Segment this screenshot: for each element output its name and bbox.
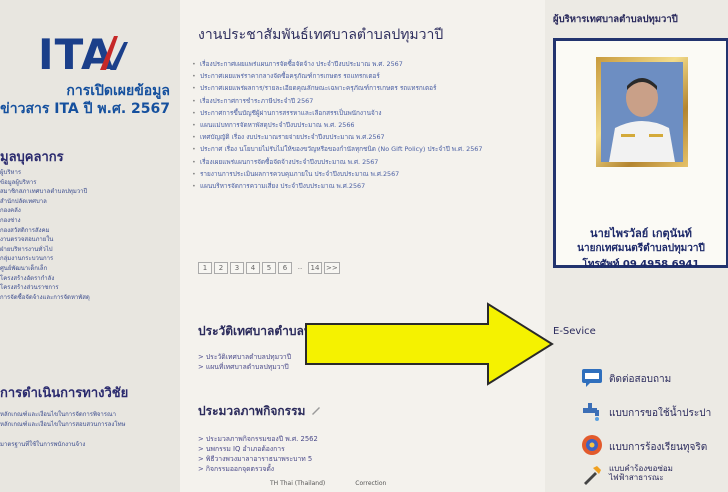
page-link[interactable]: 3 [230, 262, 244, 274]
pencil-icon [312, 407, 320, 415]
news-link[interactable]: ประกาศเผยแพร่ราคากลางจัดซื้อครุภัณฑ์การเ… [190, 72, 540, 81]
service-water[interactable]: แบบการขอใช้น้ำประปา [545, 398, 728, 428]
news-link[interactable]: ประกาศ เรื่อง นโยบายไม่รับไม่ให้ของขวัญห… [190, 145, 540, 154]
executive-section-title: ผู้บริหารเทศบาลตำบลปทุมวาปี [553, 14, 678, 25]
history-link[interactable]: > ประวัติเทศบาลตำบลปทุมวาปี [198, 352, 291, 362]
news-section-title: งานประชาสัมพันธ์เทศบาลตำบลปทุมวาปี [198, 27, 444, 43]
sidebar-link[interactable]: ผู้บริหาร [0, 168, 178, 178]
executive-name: นายไพรวัลย์ เกตุนันท์ [590, 227, 692, 240]
history-link[interactable]: > แผนที่เทศบาลตำบลปทุมวาปี [198, 362, 291, 372]
correction-indicator[interactable]: Correction [355, 480, 386, 487]
sidebar-link[interactable]: ศูนย์พัฒนาเด็กเล็ก [0, 264, 178, 274]
service-complaint[interactable]: แบบการร้องเรียนทุจริต [545, 432, 728, 462]
news-link[interactable]: แผนบริหารจัดการความเสี่ยง ประจำปีงบประมา… [190, 182, 540, 191]
activity-link[interactable]: > นพกรรม IQ อำเภอต้องการ [198, 444, 318, 454]
sidebar-link[interactable]: การจัดซื้อจัดจ้างและการจัดหาพัสดุ [0, 293, 178, 303]
page-link[interactable]: 4 [246, 262, 260, 274]
news-link[interactable]: เรื่องประกาศการชำระภาษีประจำปี 2567 [190, 97, 540, 106]
sidebar-link[interactable]: มาตรฐานที่ใช้ในการพนักงานจ้าง [0, 440, 178, 450]
service-label: แบบการขอใช้น้ำประปา [609, 408, 712, 419]
sidebar-link[interactable]: ฝ่ายบริหารงานทั่วไป [0, 245, 178, 255]
sidebar-link[interactable]: หลักเกณฑ์และเงื่อนไขในการสอบสวนการลงโทษ [0, 420, 178, 430]
service-contact[interactable]: ติดต่อสอบถาม [545, 364, 728, 394]
news-link[interactable]: เรื่องประกาศเผยแพร่แผนการจัดซื้อจัดจ้าง … [190, 60, 540, 69]
status-bar: TH Thai (Thailand) Correction [270, 480, 386, 487]
service-label: แบบการร้องเรียนทุจริต [609, 442, 708, 453]
executive-position: นายกเทศมนตรีตำบลปทุมวาปี [577, 243, 705, 254]
portrait-frame [596, 57, 688, 167]
operations-heading: การดำเนินการทางวิชัย [0, 386, 129, 401]
sidebar-link[interactable]: งานตรวจสอบภายใน [0, 235, 178, 245]
page-link[interactable]: 1 [198, 262, 212, 274]
service-repair[interactable]: แบบคำร้องขอซ่อมไฟฟ้าสาธารณะ [545, 462, 728, 492]
sidebar-link[interactable] [0, 430, 178, 440]
sidebar-link[interactable]: โครงสร้างส่วนราชการ [0, 283, 178, 293]
left-sidebar: ITA การเปิดเผยข้อมูล ข่าวสาร ITA ปี พ.ศ.… [0, 0, 180, 492]
service-label: แบบคำร้องขอซ่อมไฟฟ้าสาธารณะ [609, 464, 673, 482]
page-link[interactable]: 5 [262, 262, 276, 274]
sidebar-link[interactable]: กองช่าง [0, 216, 178, 226]
sidebar-link[interactable]: สำนักปลัดเทศบาล [0, 197, 178, 207]
news-link[interactable]: รายงานการประเมินผลการควบคุมภายใน ประจำปี… [190, 170, 540, 179]
activity-link[interactable]: > พิธีวางพวงมาลาอาราธนาพระบาท 5 [198, 454, 318, 464]
ita-logo: ITA [38, 30, 130, 79]
news-link[interactable]: ประกาศการขึ้นบัญชีผู้ผ่านการสรรหาและเลือ… [190, 109, 540, 118]
activities-section-title: ประมวลภาพกิจกรรม [198, 404, 306, 418]
next-page-link[interactable]: >> [324, 262, 340, 274]
executive-phone: โทรศัพท์ 09 4958 6941 [582, 259, 700, 270]
sidebar-link[interactable]: สมาชิกสภาเทศบาลตำบลปทุมวาปี [0, 187, 178, 197]
news-link[interactable]: ประกาศเผยแพร่ผลการ/รายละเอียดคุณลักษณะเฉ… [190, 84, 540, 93]
page-link[interactable]: 14 [308, 262, 322, 274]
personnel-list: ผู้บริหาร ข้อมูลผู้บริหาร สมาชิกสภาเทศบา… [0, 168, 178, 302]
page-ellipsis: .. [297, 263, 303, 271]
qa-chat-icon [582, 369, 602, 387]
sidebar-link[interactable]: โครงสร้างอัตรากำลัง [0, 274, 178, 284]
news-link[interactable]: เทศบัญญัติ เรื่อง งบประมาณรายจ่ายประจำปี… [190, 133, 540, 142]
person-portrait-icon [601, 62, 683, 162]
page-link[interactable]: 6 [278, 262, 292, 274]
news-link[interactable]: แผนแม่บทการจัดหาพัสดุประจำปีงบประมาณ พ.ศ… [190, 121, 540, 130]
repair-tools-icon [584, 466, 601, 485]
service-label: ติดต่อสอบถาม [609, 374, 672, 385]
history-list: > ประวัติเทศบาลตำบลปทุมวาปี > แผนที่เทศบ… [198, 352, 291, 372]
main-content: งานประชาสัมพันธ์เทศบาลตำบลปทุมวาปี เรื่อ… [180, 0, 545, 492]
operations-list: หลักเกณฑ์และเงื่อนไขในการจัดการพิจารณา ห… [0, 410, 178, 450]
water-tap-icon [583, 403, 599, 421]
complaint-globe-icon [582, 435, 602, 455]
executive-card: นายไพรวัลย์ เกตุนันท์ นายกเทศมนตรีตำบลปท… [553, 38, 728, 270]
sidebar-link[interactable]: กองคลัง [0, 206, 178, 216]
ita-swoosh-icon [100, 36, 128, 70]
activity-link[interactable]: > กิจกรรมออกจุดตรวจตั้ง [198, 464, 318, 474]
executive-portrait [601, 62, 683, 162]
sidebar-link[interactable]: หลักเกณฑ์และเงื่อนไขในการจัดการพิจารณา [0, 410, 178, 420]
language-indicator[interactable]: TH Thai (Thailand) [270, 480, 325, 487]
news-link[interactable]: เรื่องเผยแพร่แผนการจัดซื้อจัดจ้างประจำปี… [190, 158, 540, 167]
pagination: 1 2 3 4 5 6 .. 14 >> [198, 262, 340, 274]
activities-list: > ประมวลภาพกิจกรรมของปี พ.ศ. 2562 > นพกร… [198, 434, 318, 474]
sidebar-link[interactable]: กลุ่มงานกระบวนการ [0, 254, 178, 264]
page-link[interactable]: 2 [214, 262, 228, 274]
sidebar-link[interactable]: ข้อมูลผู้บริหาร [0, 178, 178, 188]
right-sidebar: ผู้บริหารเทศบาลตำบลปทุมวาปี นายไพรวัลย์ … [545, 0, 728, 492]
activity-link[interactable]: > ประมวลภาพกิจกรรมของปี พ.ศ. 2562 [198, 434, 318, 444]
yellow-arrow-annotation [305, 302, 554, 386]
ita-subtitle: ข่าวสาร ITA ปี พ.ศ. 2567 [0, 101, 170, 117]
ita-banner[interactable]: ITA การเปิดเผยข้อมูล ข่าวสาร ITA ปี พ.ศ.… [0, 18, 178, 128]
sidebar-link[interactable]: กองสวัสดิการสังคม [0, 226, 178, 236]
news-list: เรื่องประกาศเผยแพร่แผนการจัดซื้อจัดจ้าง … [190, 60, 540, 194]
personnel-heading: มูลบุคลากร [0, 150, 64, 165]
